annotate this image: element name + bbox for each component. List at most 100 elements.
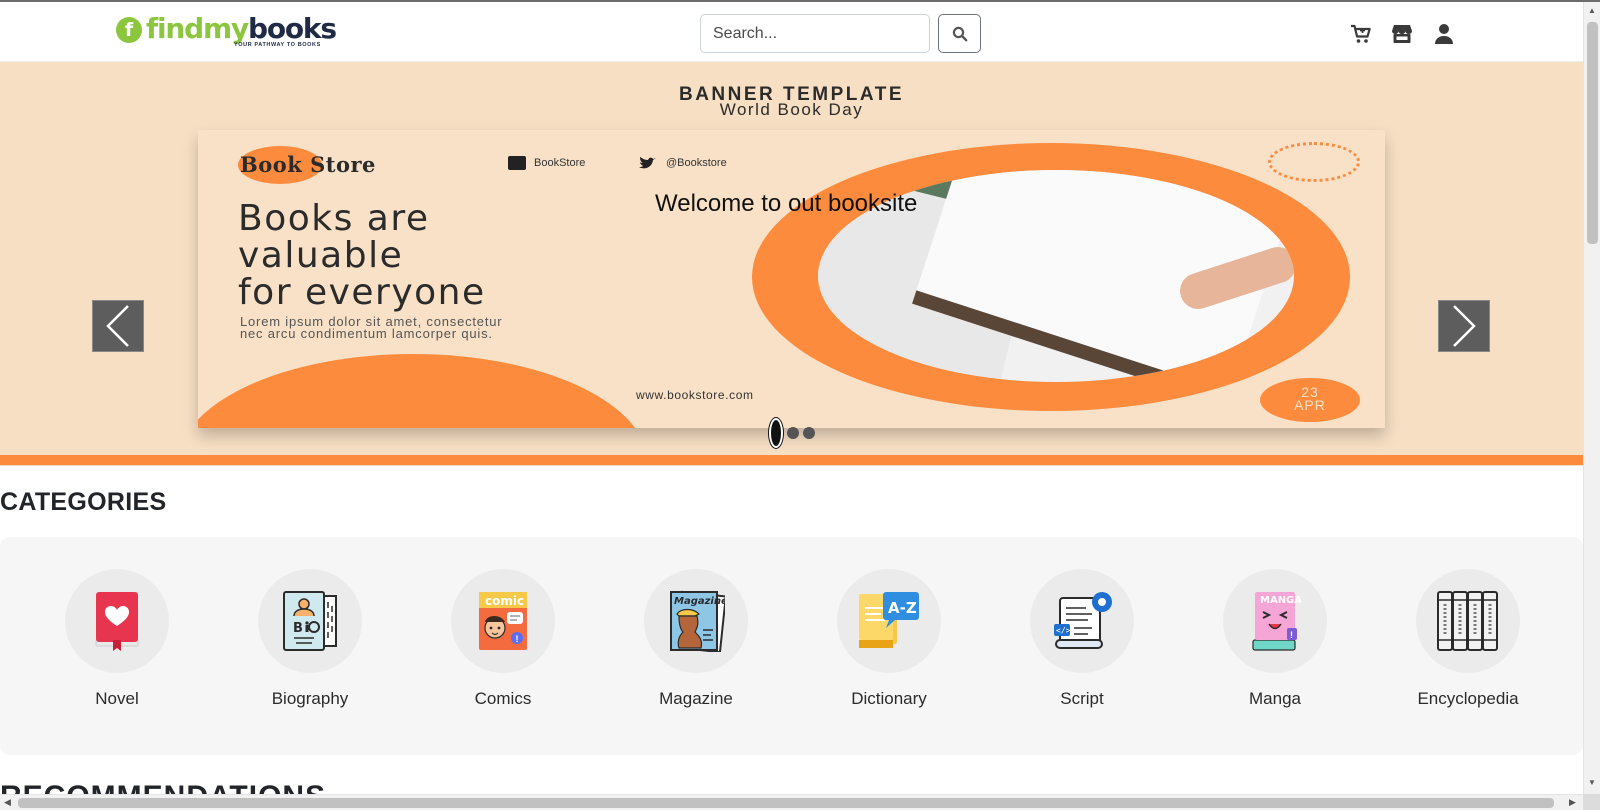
category-icon-circle: comic !: [451, 569, 555, 673]
category-novel[interactable]: Novel: [47, 569, 187, 709]
twitter-icon: [639, 157, 656, 169]
banner-subtitle: World Book Day: [719, 100, 864, 119]
date-badge: 23 APR: [1260, 378, 1360, 422]
vertical-scroll-thumb[interactable]: [1587, 22, 1598, 244]
svg-text:B: B: [293, 621, 303, 636]
logo-books: books: [247, 12, 337, 45]
script-icon: </>: [1054, 592, 1112, 649]
categories-panel: Novel B Biography comic ! Comics Magazin…: [0, 537, 1583, 755]
chevron-right-icon: [1453, 305, 1476, 347]
category-icon-circle: A-Z: [837, 569, 941, 673]
dictionary-icon: A-Z: [859, 592, 919, 648]
carousel-indicator-3[interactable]: [802, 427, 815, 439]
cart-button[interactable]: [1349, 22, 1373, 46]
headline-line: valuable: [238, 235, 404, 276]
scroll-down-icon[interactable]: ▼: [1588, 778, 1596, 787]
logo-mark-icon: f: [116, 17, 142, 43]
category-label: Manga: [1249, 689, 1301, 708]
recommendations-heading: RECOMMENDATIONS: [0, 780, 326, 794]
svg-text:!: !: [1290, 630, 1293, 640]
category-label: Magazine: [659, 689, 733, 708]
store-button[interactable]: [1390, 22, 1414, 46]
category-icon-circle: [1416, 569, 1520, 673]
search-input[interactable]: [700, 14, 930, 53]
horizontal-scroll-thumb[interactable]: [18, 798, 1554, 808]
carousel-indicators: [0, 418, 1583, 448]
svg-text:</>: </>: [1056, 626, 1071, 635]
scroll-up-icon[interactable]: ▲: [1588, 6, 1596, 15]
category-label: Novel: [95, 689, 139, 708]
carousel-indicator-1[interactable]: [768, 418, 783, 448]
account-button[interactable]: [1432, 22, 1456, 46]
category-label: Comics: [474, 689, 532, 708]
svg-text:comic: comic: [485, 594, 524, 608]
banner-headline: Books are valuable for everyone: [238, 200, 486, 311]
accent-divider: [0, 455, 1583, 465]
twitter-handle-text: @Bookstore: [666, 157, 727, 169]
category-magazine[interactable]: Magazine Magazine: [626, 569, 766, 709]
manga-icon: MANGA !: [1252, 592, 1301, 651]
category-icon-circle: Magazine: [644, 569, 748, 673]
category-dictionary[interactable]: A-Z Dictionary: [819, 569, 959, 709]
viewport: f findmybooks YOUR PATHWAY TO BOOKS Sear…: [0, 0, 1583, 794]
facebook-icon: [508, 156, 526, 170]
store-icon: [1392, 25, 1412, 43]
carousel-caption: Welcome to out booksite: [655, 190, 918, 217]
category-label: Encyclopedia: [1417, 689, 1519, 708]
brand-name: Book Store: [240, 152, 376, 177]
category-label: Dictionary: [851, 689, 927, 708]
sparkle-decoration: [1268, 142, 1360, 182]
search-icon: [952, 26, 967, 41]
scroll-left-icon[interactable]: ◀: [4, 797, 11, 808]
category-manga[interactable]: MANGA ! Manga: [1205, 569, 1345, 709]
hero-carousel: BANNER TEMPLATE World Book Day Book Stor…: [0, 62, 1583, 466]
carousel-prev-button[interactable]: [92, 300, 144, 352]
category-icon-circle: </>: [1030, 569, 1134, 673]
category-icon-circle: [65, 569, 169, 673]
banner-website: www.bookstore.com: [636, 388, 754, 402]
category-script[interactable]: </> Script: [1012, 569, 1152, 709]
carousel-next-button[interactable]: [1438, 300, 1490, 352]
svg-text:Magazine: Magazine: [674, 596, 725, 607]
category-comics[interactable]: comic ! Comics: [433, 569, 573, 709]
lorem-line: nec arcu condimentum lamcorper quis.: [240, 326, 493, 341]
banner-card: Book Store BookStore @Bookstore Books ar…: [198, 130, 1385, 428]
category-label: Script: [1060, 689, 1104, 708]
logo-text: findmybooks YOUR PATHWAY TO BOOKS: [146, 12, 337, 49]
facebook-handle-text: BookStore: [534, 157, 586, 169]
category-icon-circle: B: [258, 569, 362, 673]
logo-wordmark: findmybooks: [146, 12, 337, 45]
vertical-scrollbar[interactable]: ▲ ▼: [1583, 2, 1600, 794]
user-icon: [1435, 24, 1453, 44]
svg-text:MANGA: MANGA: [1260, 595, 1301, 606]
logo-findmy: findmy: [146, 12, 249, 45]
page: f findmybooks YOUR PATHWAY TO BOOKS Sear…: [0, 0, 1600, 810]
headline-line: Books are: [238, 198, 430, 239]
comics-icon: comic !: [479, 592, 527, 650]
novel-icon: [95, 592, 139, 651]
chevron-left-icon: [106, 305, 129, 347]
encyclopedia-icon: [1437, 591, 1498, 651]
category-biography[interactable]: B Biography: [240, 569, 380, 709]
facebook-handle: BookStore: [508, 156, 585, 170]
horizontal-scrollbar[interactable]: ◀ ▶: [0, 794, 1583, 810]
carousel-indicator-2[interactable]: [786, 427, 799, 439]
banner-body-text: Lorem ipsum dolor sit amet, consectetur …: [240, 315, 502, 341]
decorative-blob: [198, 354, 648, 428]
search-button[interactable]: [938, 14, 981, 53]
date-month: APR: [1294, 397, 1326, 413]
headline-line: for everyone: [238, 272, 486, 313]
logo-tagline: YOUR PATHWAY TO BOOKS: [234, 42, 321, 48]
twitter-handle: @Bookstore: [638, 156, 727, 170]
navbar: f findmybooks YOUR PATHWAY TO BOOKS: [0, 2, 1583, 62]
category-label: Biography: [271, 689, 349, 708]
category-encyclopedia[interactable]: Encyclopedia: [1398, 569, 1538, 709]
category-icon-circle: MANGA !: [1223, 569, 1327, 673]
scrollbar-corner: [1583, 794, 1600, 810]
svg-text:!: !: [516, 634, 519, 644]
magazine-icon: Magazine: [670, 590, 725, 652]
biography-icon: B: [283, 591, 337, 651]
site-logo[interactable]: f findmybooks YOUR PATHWAY TO BOOKS: [116, 12, 337, 51]
svg-text:A-Z: A-Z: [888, 599, 917, 617]
scroll-right-icon[interactable]: ▶: [1569, 797, 1576, 808]
